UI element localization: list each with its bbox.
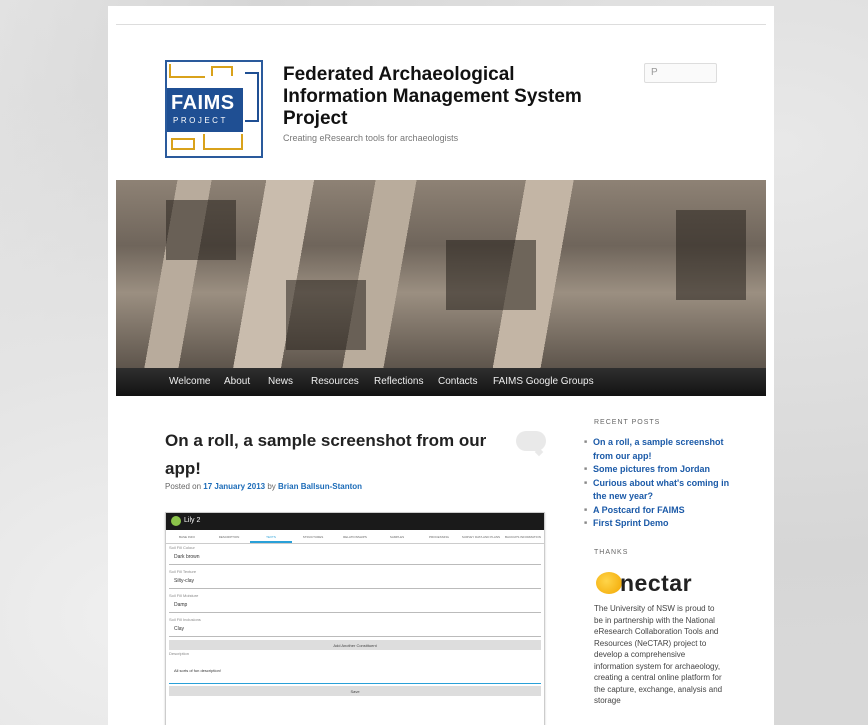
app-tab: SAMPLES	[389, 535, 405, 539]
nav-item-google-groups[interactable]: FAIMS Google Groups	[493, 376, 594, 387]
app-field-value: Clay	[174, 626, 185, 632]
app-user: Lily 2	[184, 517, 201, 524]
app-tab-active: TEXTS	[250, 530, 292, 543]
recent-post-link[interactable]: Curious about what's coming in the new y…	[584, 477, 734, 504]
site-tagline: Creating eResearch tools for archaeologi…	[283, 133, 459, 143]
app-description-value: All sorts of fun description!	[174, 668, 221, 673]
app-description-line	[169, 683, 541, 684]
nav-item-resources[interactable]: Resources	[311, 376, 359, 387]
post-meta: Posted on 17 January 2013 by Brian Balls…	[165, 482, 362, 491]
logo-subtitle: PROJECT	[173, 116, 228, 125]
app-tab: RELATIONSHIPS	[343, 535, 367, 539]
app-icon	[171, 516, 181, 526]
main-nav: Welcome About News Resources Reflections…	[116, 368, 766, 396]
post-author[interactable]: Brian Ballsun-Stanton	[278, 482, 362, 491]
app-tab: STRUCTURES	[302, 535, 324, 539]
thanks-heading: THANKS	[594, 549, 629, 556]
app-tabs: BASE INFO DESCRIPTION TEXTS STRUCTURES R…	[166, 530, 544, 544]
comment-bubble-icon[interactable]	[516, 431, 546, 451]
app-tab: BASE INFO	[178, 535, 195, 539]
logo-blue-panel: FAIMS PROJECT	[167, 88, 243, 132]
nav-item-news[interactable]: News	[268, 376, 293, 387]
app-field-line	[169, 564, 541, 565]
app-field-label: Soil Fill Colour	[169, 545, 195, 550]
recent-posts-heading: RECENT POSTS	[594, 419, 661, 426]
recent-post-link[interactable]: Some pictures from Jordan	[584, 463, 734, 477]
nav-item-reflections[interactable]: Reflections	[374, 376, 423, 387]
app-field-value: Dark brown	[174, 554, 200, 560]
app-description-field: Description All sorts of fun description…	[166, 650, 544, 686]
app-tab: BACKUPS INFORMATION	[505, 535, 541, 539]
thanks-text: The University of NSW is proud to be in …	[594, 604, 723, 705]
posted-on-label: Posted on	[165, 482, 202, 491]
recent-post-link[interactable]: On a roll, a sample screenshot from our …	[584, 436, 734, 463]
nav-item-welcome[interactable]: Welcome	[169, 376, 211, 387]
by-label: by	[267, 482, 276, 491]
search-placeholder: P	[651, 67, 658, 78]
site-title[interactable]: Federated Archaeological Information Man…	[283, 64, 583, 130]
app-titlebar: Lily 2	[166, 513, 544, 530]
app-tab: SURVEY DATA AND PLANS	[461, 535, 501, 539]
search-input[interactable]: P	[644, 63, 717, 83]
app-field-line	[169, 588, 541, 589]
recent-post-link[interactable]: First Sprint Demo	[584, 517, 734, 531]
app-field: Soil Fill Moisture Damp	[166, 592, 544, 616]
header-image	[116, 180, 766, 368]
page-container: FAIMS PROJECT Federated Archaeological I…	[108, 6, 774, 725]
app-field-label: Soil Fill Inclusions	[169, 617, 201, 622]
bee-icon	[596, 572, 622, 594]
nav-item-about[interactable]: About	[224, 376, 250, 387]
app-tab: PROCESSING	[428, 535, 449, 539]
recent-post-link[interactable]: A Postcard for FAIMS	[584, 504, 734, 518]
nav-item-contacts[interactable]: Contacts	[438, 376, 477, 387]
app-field: Soil Fill Texture Silty-clay	[166, 568, 544, 592]
app-field-value: Silty-clay	[174, 578, 195, 584]
recent-posts-list: On a roll, a sample screenshot from our …	[584, 436, 734, 531]
app-field: Soil Fill Inclusions Clay	[166, 616, 544, 640]
app-save-button: Save	[169, 686, 541, 696]
app-field-label: Soil Fill Moisture	[169, 593, 199, 598]
app-field-line	[169, 612, 541, 613]
app-field-label: Soil Fill Texture	[169, 569, 197, 574]
logo-wordmark: FAIMS	[171, 92, 235, 114]
nectar-logo[interactable]: nectar	[596, 569, 716, 597]
app-screenshot: Lily 2 BASE INFO DESCRIPTION TEXTS STRUC…	[165, 512, 545, 725]
app-field: Soil Fill Colour Dark brown	[166, 544, 544, 568]
post-date[interactable]: 17 January 2013	[203, 482, 265, 491]
app-field-value: Damp	[174, 602, 188, 608]
app-tab: DESCRIPTION	[218, 535, 240, 539]
app-add-constituent-button: Add Another Constituent	[169, 640, 541, 650]
faims-logo[interactable]: FAIMS PROJECT	[165, 60, 263, 158]
app-field-line	[169, 636, 541, 637]
post-title[interactable]: On a roll, a sample screenshot from our …	[165, 427, 525, 483]
app-description-label: Description	[169, 651, 190, 656]
nectar-wordmark: nectar	[620, 570, 693, 596]
top-divider	[116, 24, 766, 25]
